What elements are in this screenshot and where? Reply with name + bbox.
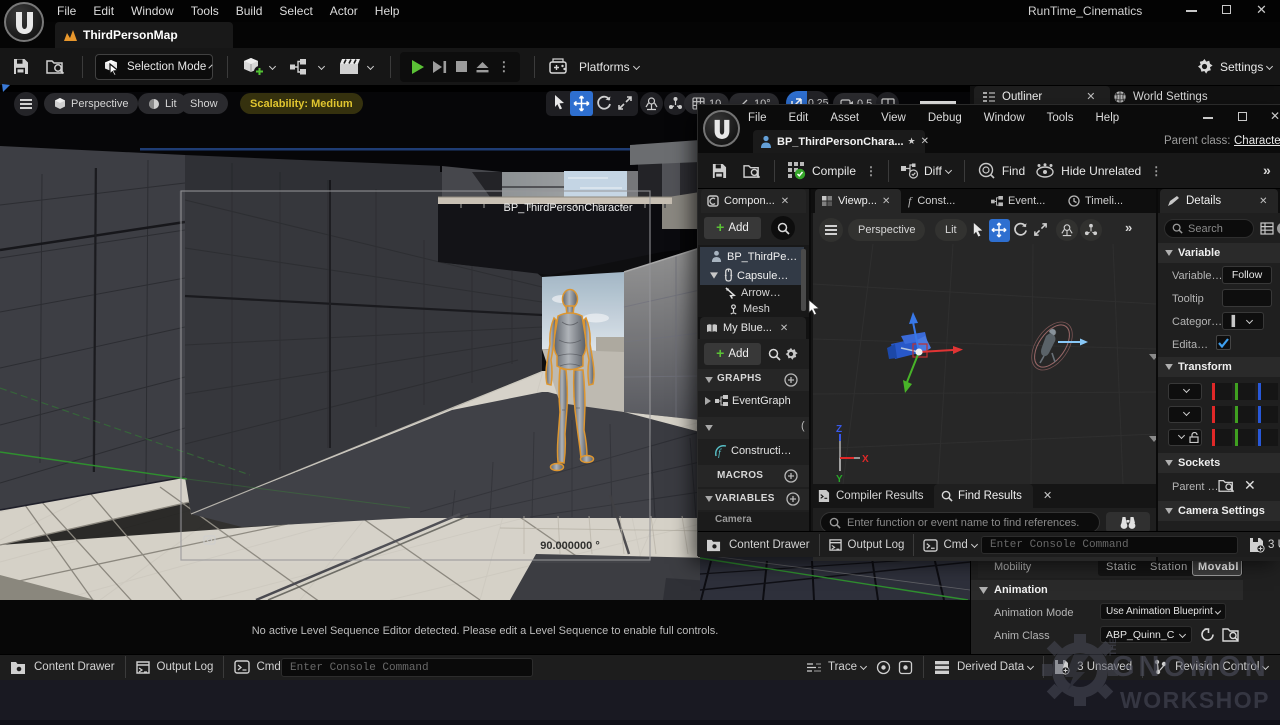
svg-text:BP_ThirdPersonCharacter: BP_ThirdPersonCharacter: [503, 202, 632, 214]
svg-text:WORKSHOP: WORKSHOP: [1120, 687, 1270, 713]
svg-text:90.000000 °: 90.000000 °: [540, 540, 599, 552]
svg-text:GNOMON: GNOMON: [1112, 651, 1270, 683]
svg-text:Z: Z: [836, 424, 842, 435]
svg-text:Y: Y: [836, 474, 843, 484]
svg-text:f: f: [718, 448, 722, 458]
svg-text:X: X: [862, 454, 869, 465]
